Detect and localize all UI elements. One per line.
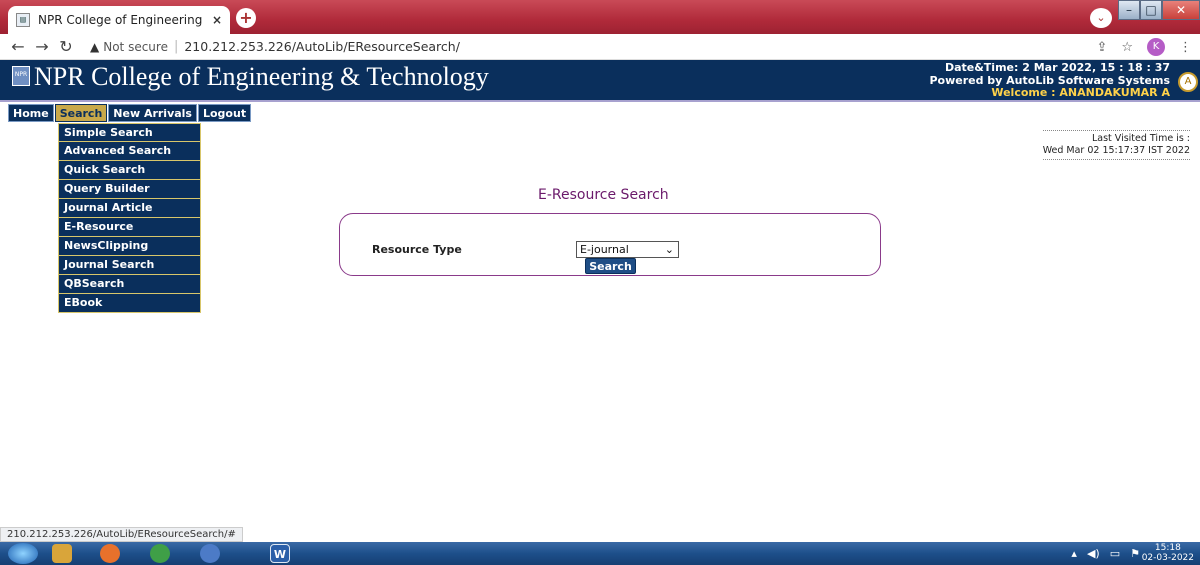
clock-date: 02-03-2022 [1141, 553, 1194, 563]
menu-item-journal-search[interactable]: Journal Search [58, 256, 201, 275]
forward-arrow-icon[interactable]: → [30, 37, 54, 56]
page-favicon-icon: ▤ [16, 13, 30, 27]
menu-item-quick-search[interactable]: Quick Search [58, 161, 201, 180]
college-name: NPR College of Engineering & Technology [34, 62, 489, 91]
menu-item-simple-search[interactable]: Simple Search [58, 123, 201, 142]
network-icon[interactable]: ▭ [1110, 547, 1120, 560]
windows-taskbar: W ▴ ◀) ▭ ⚑ 15:18 02-03-2022 [0, 542, 1200, 565]
browser-tab-strip: ▤ NPR College of Engineering & Te × + ⌄ … [0, 0, 1200, 34]
chevron-down-icon: ⌄ [664, 243, 674, 256]
page-title: E-Resource Search [538, 187, 669, 203]
menu-item-newsclipping[interactable]: NewsClipping [58, 237, 201, 256]
bookmark-star-icon[interactable]: ☆ [1121, 40, 1133, 55]
chrome-profile-icon[interactable] [200, 544, 220, 563]
header-welcome: Welcome : ANANDAKUMAR A [991, 86, 1170, 99]
header-info: Date&Time: 2 Mar 2022, 15 : 18 : 37 Powe… [929, 61, 1170, 100]
url-separator: | [173, 39, 179, 54]
menu-item-advanced-search[interactable]: Advanced Search [58, 142, 201, 161]
url-input[interactable]: 210.212.253.226/AutoLib/EResourceSearch/ [184, 39, 460, 54]
menu-item-journal-article[interactable]: Journal Article [58, 199, 201, 218]
resource-type-label: Resource Type [372, 243, 462, 256]
menu-item-ebook[interactable]: EBook [58, 294, 201, 313]
search-panel: Resource Type E-journal ⌄ Search [339, 213, 881, 276]
autolib-logo-icon: A [1178, 72, 1198, 92]
maximize-window-button[interactable]: □ [1140, 0, 1162, 20]
college-logo: NPR [12, 66, 30, 86]
action-center-flag-icon[interactable]: ⚑ [1130, 547, 1140, 560]
reload-icon[interactable]: ↻ [54, 37, 78, 56]
address-bar-actions: ⇪ ☆ K ⋮ [1096, 38, 1192, 56]
browser-status-bar: 210.212.253.226/AutoLib/EResourceSearch/… [0, 527, 243, 542]
nav-home[interactable]: Home [8, 104, 54, 122]
browser-address-bar: ← → ↻ ▲ Not secure | 210.212.253.226/Aut… [0, 34, 1200, 60]
start-button[interactable] [8, 543, 38, 564]
share-icon[interactable]: ⇪ [1096, 40, 1107, 55]
last-visited-label: Last Visited Time is : [1091, 133, 1190, 144]
nav-new-arrivals[interactable]: New Arrivals [108, 104, 197, 122]
menu-item-query-builder[interactable]: Query Builder [58, 180, 201, 199]
chrome-icon[interactable] [150, 544, 170, 563]
firefox-icon[interactable] [100, 544, 120, 563]
system-tray: ▴ ◀) ▭ ⚑ [1071, 547, 1140, 560]
main-nav: Home Search New Arrivals Logout [8, 104, 252, 122]
back-arrow-icon[interactable]: ← [6, 37, 30, 56]
tray-expand-icon[interactable]: ▴ [1071, 547, 1077, 560]
search-dropdown-menu: Simple Search Advanced Search Quick Sear… [58, 123, 201, 313]
browser-tab[interactable]: ▤ NPR College of Engineering & Te × [8, 6, 230, 34]
taskbar-clock[interactable]: 15:18 02-03-2022 [1142, 543, 1194, 563]
nav-logout[interactable]: Logout [197, 104, 252, 122]
header-datetime: Date&Time: 2 Mar 2022, 15 : 18 : 37 [944, 61, 1170, 74]
menu-item-e-resource[interactable]: E-Resource [58, 218, 201, 237]
word-icon[interactable]: W [270, 544, 290, 563]
nav-search[interactable]: Search [54, 104, 108, 122]
tab-search-chevron-icon[interactable]: ⌄ [1090, 8, 1112, 28]
last-visited-value: Wed Mar 02 15:17:37 IST 2022 [1042, 145, 1190, 156]
search-button[interactable]: Search [585, 258, 636, 274]
last-visited-info: Last Visited Time is : Wed Mar 02 15:17:… [1042, 130, 1190, 160]
minimize-window-button[interactable]: – [1118, 0, 1140, 20]
menu-item-qbsearch[interactable]: QBSearch [58, 275, 201, 294]
resource-type-value: E-journal [580, 243, 629, 256]
close-window-button[interactable]: ✕ [1162, 0, 1200, 20]
profile-avatar[interactable]: K [1147, 38, 1165, 56]
resource-type-select[interactable]: E-journal ⌄ [576, 241, 679, 258]
close-tab-icon[interactable]: × [212, 13, 222, 27]
site-header: NPR NPR College of Engineering & Technol… [0, 60, 1200, 102]
warning-triangle-icon[interactable]: ▲ [90, 40, 99, 54]
new-tab-button[interactable]: + [236, 8, 256, 28]
file-explorer-icon[interactable] [52, 544, 72, 563]
tab-title: NPR College of Engineering & Te [38, 13, 206, 27]
clock-time: 15:18 [1154, 543, 1181, 553]
volume-icon[interactable]: ◀) [1087, 547, 1100, 560]
browser-menu-icon[interactable]: ⋮ [1179, 40, 1192, 55]
security-label[interactable]: Not secure [103, 40, 168, 54]
